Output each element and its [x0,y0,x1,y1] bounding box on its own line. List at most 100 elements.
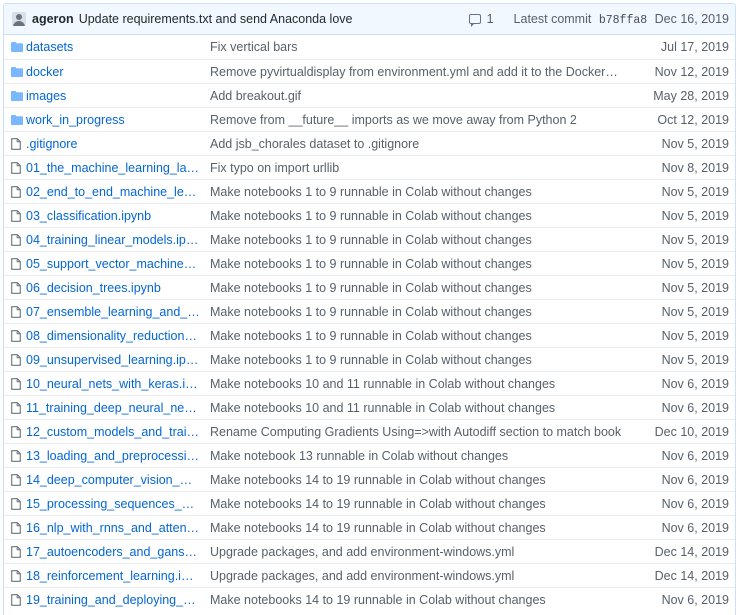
commit-date: Nov 5, 2019 [661,256,729,271]
latest-commit-info: Latest commit b78ffa8 Dec 16, 2019 [514,12,729,27]
file-name-link[interactable]: 16_nlp_with_rnns_and_attentio… [26,521,200,535]
file-icon [11,257,21,270]
commit-date: Nov 8, 2019 [661,160,729,175]
folder-icon [11,90,23,101]
commit-date: Nov 6, 2019 [661,376,729,391]
file-name-link[interactable]: 10_neural_nets_with_keras.ipynb [26,377,200,391]
file-list: datasets Fix vertical bars Jul 17, 2019 doc… [4,35,735,611]
file-name-link[interactable]: .gitignore [26,137,200,151]
file-row: 10_neural_nets_with_keras.ipynb Make note… [4,371,735,395]
commit-date: Nov 5, 2019 [661,232,729,247]
file-name-link[interactable]: 01_the_machine_learning_lands… [26,161,200,175]
file-name-link[interactable]: 11_training_deep_neural_netwo… [26,401,200,415]
file-row: 03_classification.ipynb Make notebooks 1 … [4,203,735,227]
commit-message-link[interactable]: Make notebook 13 runnable in Colab witho… [210,449,629,463]
author-avatar[interactable] [12,12,26,26]
file-name-link[interactable]: 03_classification.ipynb [26,209,200,223]
commit-message-link[interactable]: Remove from __future__ imports as we mov… [210,113,629,127]
file-name-link[interactable]: images [26,89,200,103]
commit-comments[interactable]: 1 [468,12,494,27]
commit-message-link[interactable]: Make notebooks 1 to 9 runnable in Colab … [210,257,629,271]
commit-date: Dec 10, 2019 [654,424,729,439]
commit-message-link[interactable]: Rename Computing Gradients Using=>with A… [210,425,629,439]
file-name-link[interactable]: 14_deep_computer_vision_with… [26,473,200,487]
commit-message-link[interactable]: Make notebooks 1 to 9 runnable in Colab … [210,329,629,343]
commit-message-link[interactable]: Fix typo on import urllib [210,161,629,175]
commit-date: Nov 5, 2019 [661,328,729,343]
commit-date: Nov 12, 2019 [654,64,729,79]
commit-message-link[interactable]: Upgrade packages, and add environment-wi… [210,545,629,559]
latest-commit-bar: ageron Update requirements.txt and send … [4,4,735,35]
commit-date: Nov 6, 2019 [661,448,729,463]
file-name-link[interactable]: 15_processing_sequences_usin… [26,497,200,511]
file-row: 18_reinforcement_learning.ipynb Upgrade p… [4,563,735,587]
commit-message-link[interactable]: Make notebooks 10 and 11 runnable in Col… [210,401,629,415]
file-icon [11,209,21,222]
commit-message-link[interactable]: Add jsb_chorales dataset to .gitignore [210,137,629,151]
file-icon [11,233,21,246]
file-row: 08_dimensionality_reduction.ip… Make note… [4,323,735,347]
file-icon [11,353,21,366]
commit-message-link[interactable]: Make notebooks 14 to 19 runnable in Cola… [210,521,629,535]
file-name-link[interactable]: 18_reinforcement_learning.ipynb [26,569,200,583]
file-browser: ageron Update requirements.txt and send … [3,3,736,615]
file-name-link[interactable]: 09_unsupervised_learning.ipynb [26,353,200,367]
folder-icon [11,114,23,125]
file-row: 05_support_vector_machines.ip… Make noteb… [4,251,735,275]
commit-message-link[interactable]: Upgrade packages, and add environment-wi… [210,569,629,583]
file-name-link[interactable]: 17_autoencoders_and_gans.ipy… [26,545,200,559]
file-name-link[interactable]: 06_decision_trees.ipynb [26,281,200,295]
file-name-link[interactable]: docker [26,65,200,79]
commit-date: Nov 5, 2019 [661,280,729,295]
file-icon [11,377,21,390]
commit-message-link[interactable]: Make notebooks 10 and 11 runnable in Col… [210,377,629,391]
file-row: .gitignore Add jsb_chorales dataset to .g… [4,131,735,155]
commit-date: Dec 16, 2019 [654,11,729,26]
file-name-link[interactable]: 08_dimensionality_reduction.ip… [26,329,200,343]
commit-message-link[interactable]: Add breakout.gif [210,89,629,103]
commit-message-link[interactable]: Fix vertical bars [210,40,629,54]
commit-date: Nov 6, 2019 [661,472,729,487]
file-icon [11,329,21,342]
commit-author[interactable]: ageron [32,12,74,26]
file-row: datasets Fix vertical bars Jul 17, 2019 [4,35,735,59]
commit-message-link[interactable]: Make notebooks 14 to 19 runnable in Cola… [210,473,629,487]
file-row: 07_ensemble_learning_and_ran… Make notebo… [4,299,735,323]
file-row: 02_end_to_end_machine_learni… Make notebo… [4,179,735,203]
commit-message-link[interactable]: Make notebooks 1 to 9 runnable in Colab … [210,281,629,295]
commit-message-link[interactable]: Make notebooks 14 to 19 runnable in Cola… [210,497,629,511]
file-name-link[interactable]: 19_training_and_deploying_at_… [26,593,200,607]
file-name-link[interactable]: datasets [26,40,200,54]
file-row: 19_training_and_deploying_at_… Make noteb… [4,587,735,611]
commit-message-link[interactable]: Make notebooks 1 to 9 runnable in Colab … [210,233,629,247]
file-row: 12_custom_models_and_trainin… Rename Comp… [4,419,735,443]
commit-message-link[interactable]: Make notebooks 14 to 19 runnable in Cola… [210,593,629,607]
commit-message[interactable]: Update requirements.txt and send Anacond… [79,12,469,26]
commit-date: Nov 6, 2019 [661,592,729,607]
commit-date: Dec 14, 2019 [654,568,729,583]
file-row: 16_nlp_with_rnns_and_attentio… Make noteb… [4,515,735,539]
file-icon [11,185,21,198]
commit-message-link[interactable]: Make notebooks 1 to 9 runnable in Colab … [210,353,629,367]
commit-date: Nov 6, 2019 [661,496,729,511]
commit-sha[interactable]: b78ffa8 [599,14,647,27]
file-name-link[interactable]: 04_training_linear_models.ipynb [26,233,200,247]
file-name-link[interactable]: work_in_progress [26,113,200,127]
commit-date: Dec 14, 2019 [654,544,729,559]
commit-date: Nov 6, 2019 [661,520,729,535]
file-name-link[interactable]: 02_end_to_end_machine_learni… [26,185,200,199]
commit-message-link[interactable]: Remove pyvirtualdisplay from environment… [210,65,629,79]
file-icon [11,161,21,174]
file-name-link[interactable]: 12_custom_models_and_trainin… [26,425,200,439]
file-name-link[interactable]: 07_ensemble_learning_and_ran… [26,305,200,319]
file-icon [11,545,21,558]
commit-message-link[interactable]: Make notebooks 1 to 9 runnable in Colab … [210,185,629,199]
file-name-link[interactable]: 05_support_vector_machines.ip… [26,257,200,271]
commit-date: Nov 5, 2019 [661,208,729,223]
commit-message-link[interactable]: Make notebooks 1 to 9 runnable in Colab … [210,209,629,223]
file-name-link[interactable]: 13_loading_and_preprocessing… [26,449,200,463]
commit-message-link[interactable]: Make notebooks 1 to 9 runnable in Colab … [210,305,629,319]
file-icon [11,137,21,150]
folder-icon [11,42,23,52]
file-row: 09_unsupervised_learning.ipynb Make noteb… [4,347,735,371]
